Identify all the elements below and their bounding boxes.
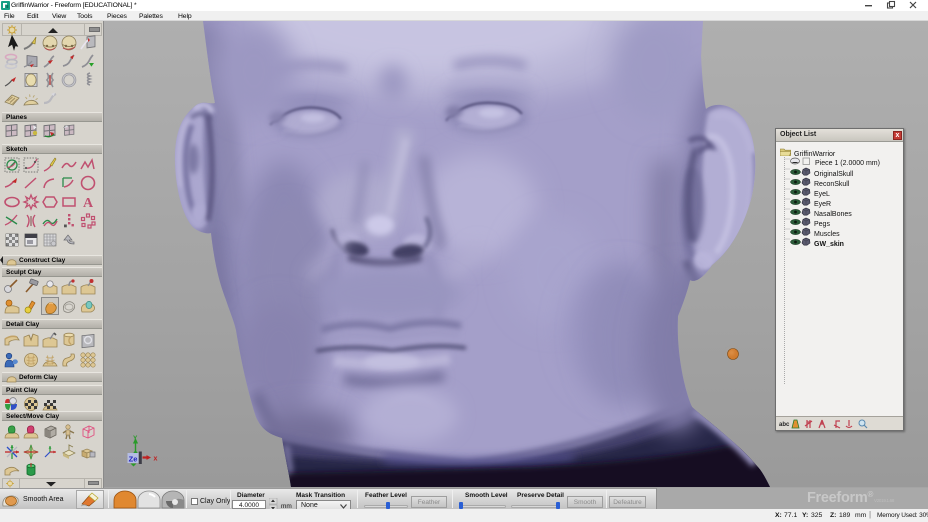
svg-text:Ze: Ze <box>129 455 138 464</box>
svg-text:A: A <box>83 196 94 211</box>
svg-text:x: x <box>154 456 158 463</box>
svg-text:abc: abc <box>779 422 790 428</box>
